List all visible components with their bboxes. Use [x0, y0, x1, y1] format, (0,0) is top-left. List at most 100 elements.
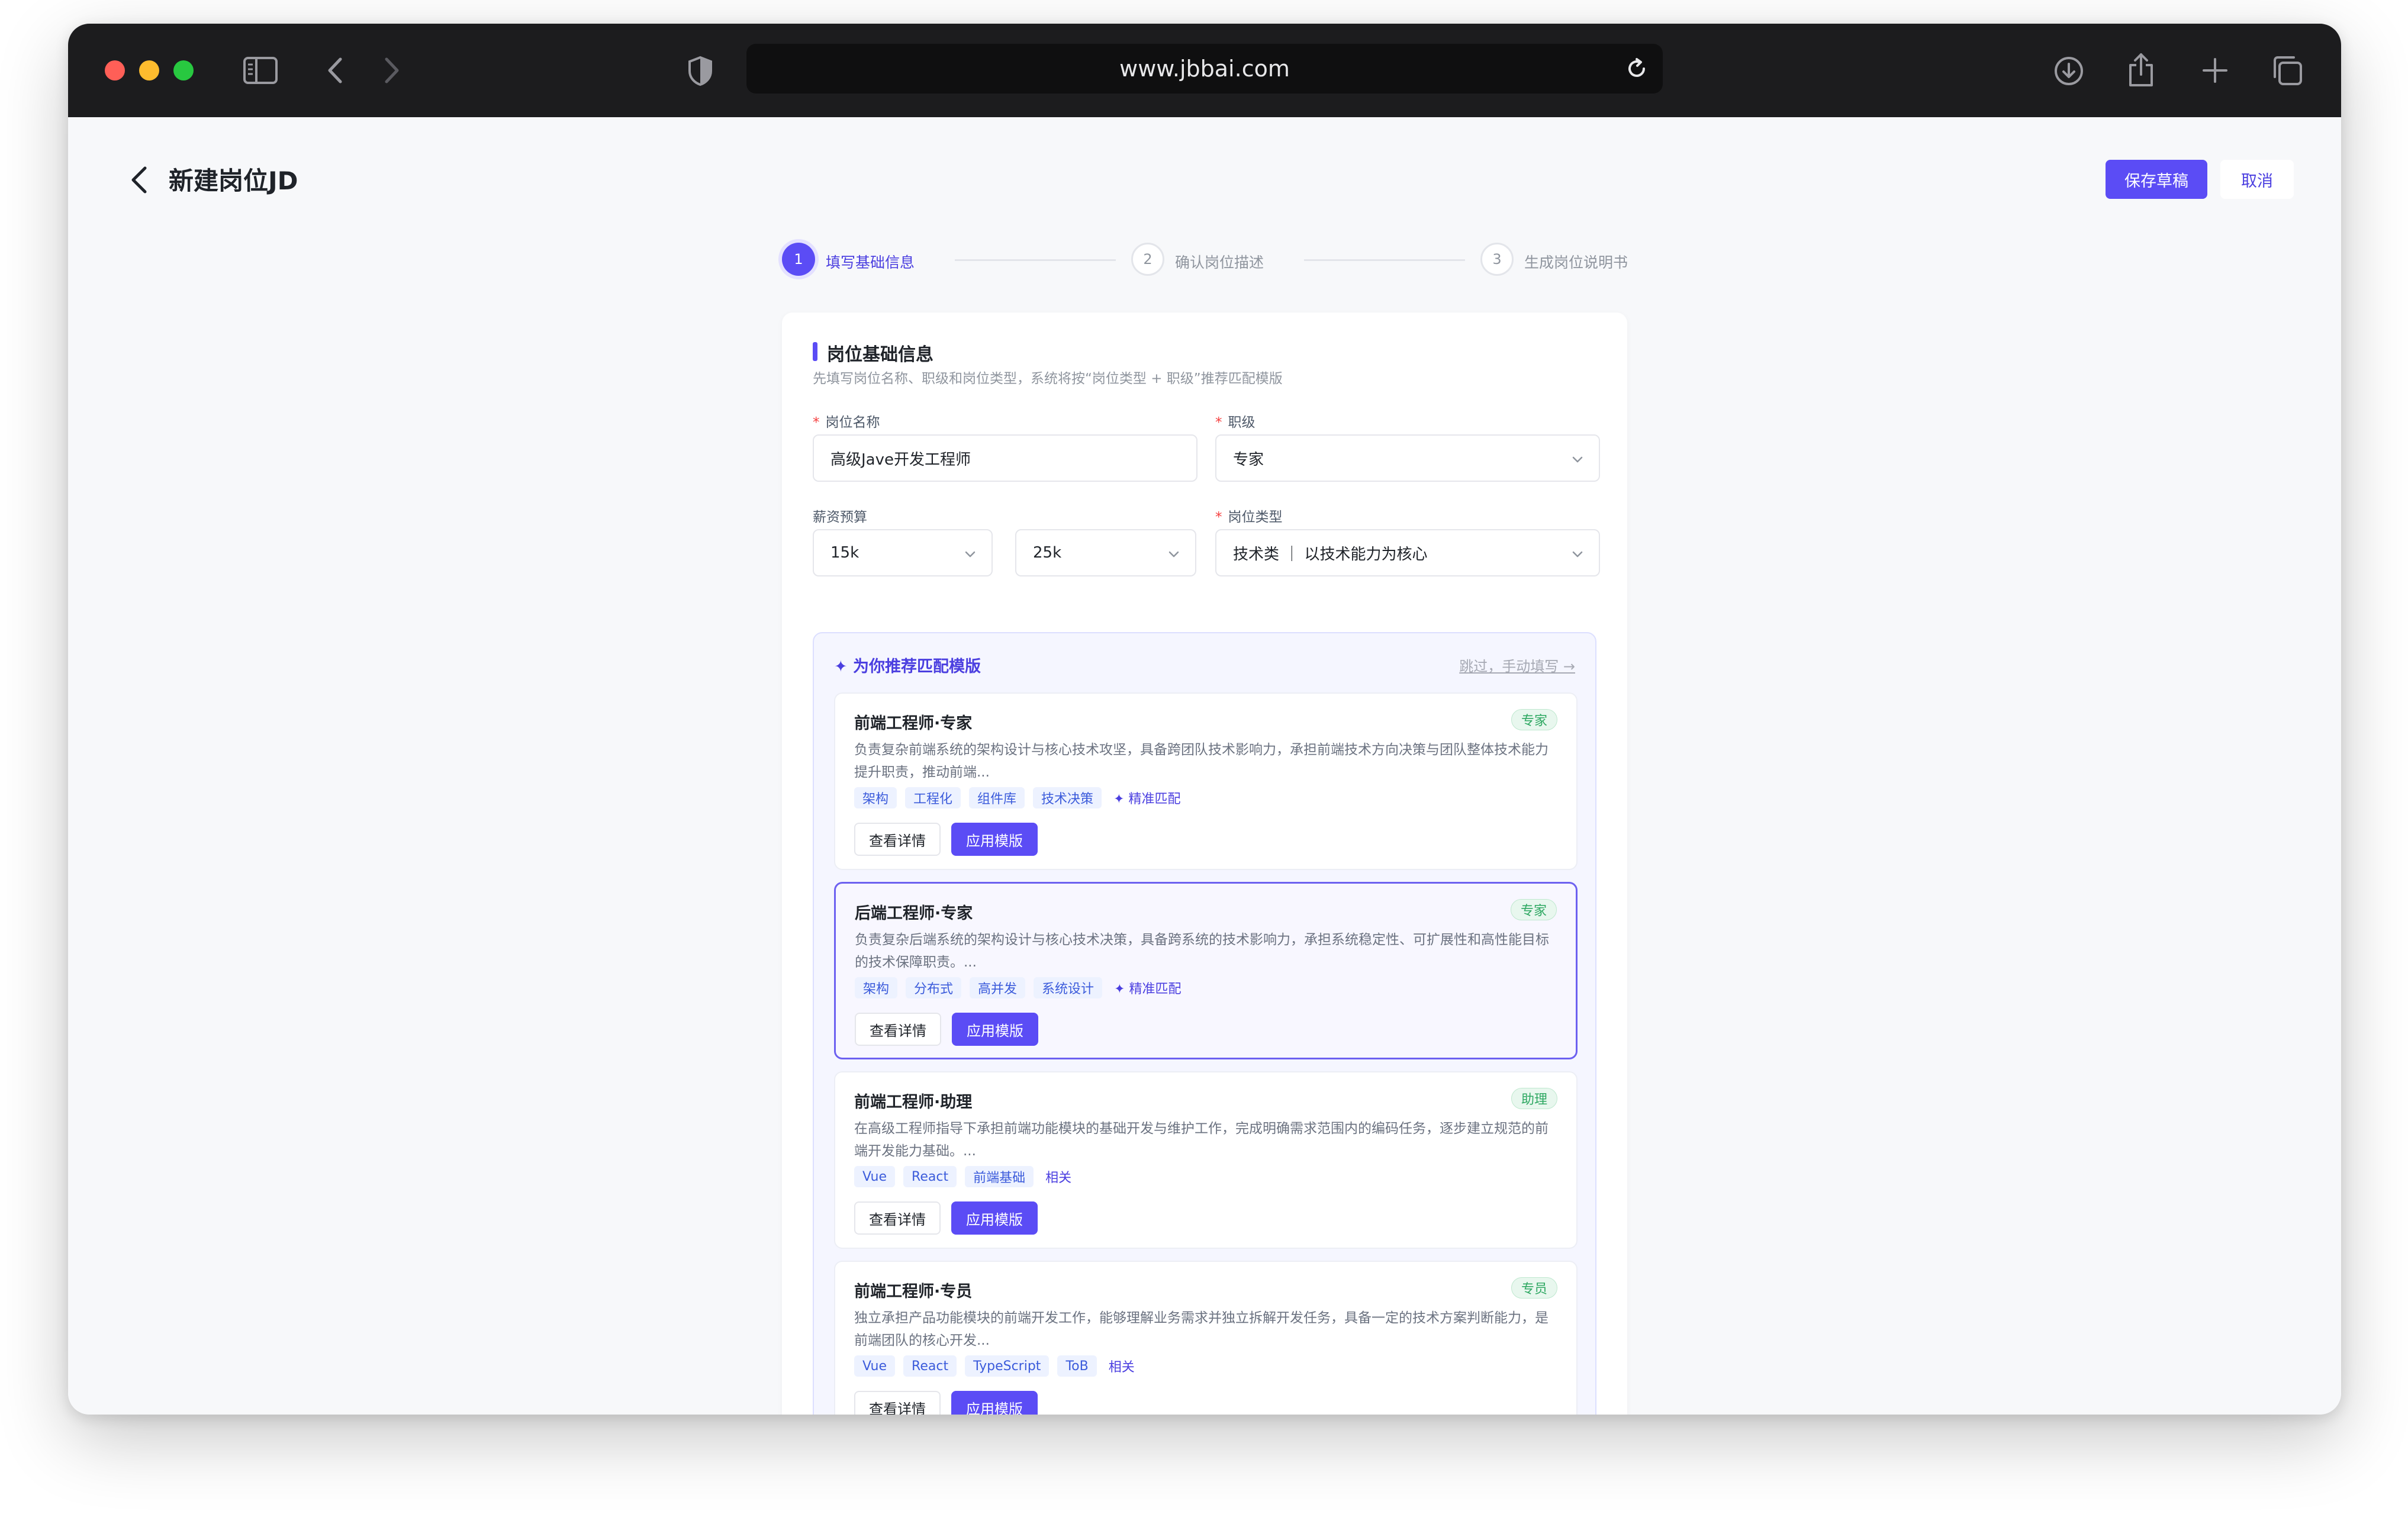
section-subtitle: 先填写岗位名称、职级和岗位类型，系统将按“岗位类型 + 职级”推荐匹配模版: [813, 371, 1283, 386]
tag: TypeScript: [965, 1355, 1050, 1377]
tag: 架构: [854, 787, 897, 808]
tag: 架构: [855, 977, 898, 998]
address-bar[interactable]: www.jbbai.com: [746, 44, 1663, 94]
tag: 分布式: [906, 977, 962, 998]
apply-template-button[interactable]: 应用模版: [951, 823, 1038, 856]
apply-template-button[interactable]: 应用模版: [952, 1013, 1038, 1046]
level-badge: 专家: [1510, 899, 1557, 920]
level-badge: 专家: [1511, 709, 1557, 730]
match-note: ✦ 精准匹配: [1113, 792, 1181, 807]
template-card[interactable]: 前端工程师·助理 助理 在高级工程师指导下承担前端功能模块的基础开发与维护工作，…: [834, 1071, 1578, 1249]
share-icon[interactable]: [2127, 52, 2155, 88]
tag: 组件库: [969, 787, 1025, 808]
template-description: 负责复杂前端系统的架构设计与核心技术攻坚，具备跨团队技术影响力，承担前端技术方向…: [854, 742, 1549, 780]
view-details-button[interactable]: 查看详情: [854, 823, 941, 856]
browser-toolbar: www.jbbai.com: [68, 24, 2341, 117]
job-type-label-text: 岗位类型: [1228, 510, 1283, 525]
job-name-label-text: 岗位名称: [825, 415, 880, 430]
template-title: 后端工程师·专家: [855, 904, 973, 923]
level-badge: 助理: [1511, 1088, 1557, 1109]
sidebar-icon[interactable]: [243, 57, 278, 84]
level-label-text: 职级: [1228, 415, 1255, 430]
required-mark: *: [813, 415, 820, 430]
page-title: 新建岗位JD: [169, 166, 298, 195]
apply-template-button[interactable]: 应用模版: [951, 1201, 1038, 1235]
url-text: www.jbbai.com: [1119, 56, 1290, 82]
salary-min-select[interactable]: 15k: [813, 529, 993, 576]
salary-min-value: 15k: [830, 544, 859, 562]
step-connector: [1304, 259, 1465, 261]
tag: 系统设计: [1034, 977, 1103, 998]
match-note: 相关: [1045, 1171, 1072, 1185]
forward-icon[interactable]: [382, 56, 402, 85]
required-mark: *: [1215, 510, 1222, 525]
step-3-circle: 3: [1480, 243, 1514, 276]
tag: React: [903, 1166, 957, 1187]
skip-manual-link[interactable]: 跳过，手动填写 →: [1459, 655, 1575, 675]
download-icon[interactable]: [2053, 56, 2084, 86]
chevron-down-icon: [1168, 551, 1179, 558]
template-description: 在高级工程师指导下承担前端功能模块的基础开发与维护工作，完成明确需求范围内的编码…: [854, 1121, 1549, 1159]
match-note: ✦ 精准匹配: [1114, 982, 1182, 997]
browser-window: www.jbbai.com 新建岗位JD 保存草稿 取消 1 填写基础信息 2 …: [68, 24, 2341, 1415]
job-type-label: * 岗位类型: [1215, 505, 1283, 526]
minimize-window-button[interactable]: [139, 60, 159, 80]
template-tags: 架构 分布式 高并发 系统设计 ✦ 精准匹配: [855, 977, 1182, 998]
level-select[interactable]: 专家: [1215, 434, 1600, 482]
template-recommendation-panel: ✦ 为你推荐匹配模版 跳过，手动填写 → 前端工程师·专家 专家 负责复杂前端系…: [813, 632, 1596, 1415]
tag: 技术决策: [1033, 787, 1102, 808]
step-connector: [955, 259, 1116, 261]
back-icon[interactable]: [325, 56, 345, 85]
zoom-window-button[interactable]: [173, 60, 194, 80]
tag: Vue: [854, 1166, 896, 1187]
job-type-select[interactable]: 技术类 ｜ 以技术能力为核心: [1215, 529, 1600, 576]
salary-label: 薪资预算: [813, 510, 867, 525]
close-window-button[interactable]: [105, 60, 125, 80]
recommendation-title: ✦ 为你推荐匹配模版: [834, 658, 981, 676]
job-name-label: * 岗位名称: [813, 411, 880, 431]
cancel-button[interactable]: 取消: [2220, 160, 2294, 199]
job-name-input[interactable]: 高级Jave开发工程师: [813, 434, 1197, 482]
template-title: 前端工程师·专员: [854, 1283, 973, 1301]
job-type-value: 技术类 ｜ 以技术能力为核心: [1233, 545, 1428, 563]
step-3-label[interactable]: 生成岗位说明书: [1524, 251, 1628, 272]
level-badge: 专员: [1511, 1277, 1557, 1299]
salary-max-select[interactable]: 25k: [1015, 529, 1196, 576]
match-note: 相关: [1108, 1360, 1135, 1375]
template-card-selected[interactable]: 后端工程师·专家 专家 负责复杂后端系统的架构设计与核心技术决策，具备跨系统的技…: [834, 882, 1578, 1059]
template-description: 独立承担产品功能模块的前端开发工作，能够理解业务需求并独立拆解开发任务，具备一定…: [854, 1310, 1549, 1348]
step-1-label[interactable]: 填写基础信息: [826, 251, 915, 272]
template-card[interactable]: 前端工程师·专员 专员 独立承担产品功能模块的前端开发工作，能够理解业务需求并独…: [834, 1261, 1578, 1415]
view-details-button[interactable]: 查看详情: [854, 1201, 941, 1235]
template-card[interactable]: 前端工程师·专家 专家 负责复杂前端系统的架构设计与核心技术攻坚，具备跨团队技术…: [834, 692, 1578, 870]
plus-icon[interactable]: [2201, 57, 2229, 84]
chevron-left-icon[interactable]: [126, 163, 152, 196]
basic-info-card: 岗位基础信息 先填写岗位名称、职级和岗位类型，系统将按“岗位类型 + 职级”推荐…: [782, 313, 1627, 1415]
tag: React: [903, 1355, 957, 1377]
template-description: 负责复杂后端系统的架构设计与核心技术决策，具备跨系统的技术影响力，承担系统稳定性…: [855, 932, 1549, 970]
required-mark: *: [1215, 415, 1222, 430]
tabs-icon[interactable]: [2271, 54, 2303, 86]
chevron-down-icon: [965, 551, 976, 558]
apply-template-button[interactable]: 应用模版: [951, 1391, 1038, 1415]
tag: ToB: [1057, 1355, 1097, 1377]
shield-icon[interactable]: [687, 56, 713, 86]
tag: 高并发: [970, 977, 1026, 998]
save-draft-button[interactable]: 保存草稿: [2106, 160, 2207, 199]
view-details-button[interactable]: 查看详情: [855, 1013, 941, 1046]
template-title: 前端工程师·助理: [854, 1093, 973, 1112]
tag: Vue: [854, 1355, 896, 1377]
view-details-button[interactable]: 查看详情: [854, 1391, 941, 1415]
step-1-circle: 1: [782, 243, 815, 276]
tag: 工程化: [905, 787, 961, 808]
template-tags: Vue React 前端基础 相关: [854, 1166, 1071, 1187]
section-title: 岗位基础信息: [827, 344, 933, 365]
tag: 前端基础: [965, 1166, 1034, 1187]
template-tags: Vue React TypeScript ToB 相关: [854, 1355, 1135, 1377]
salary-max-value: 25k: [1033, 544, 1062, 562]
reload-icon[interactable]: [1624, 56, 1650, 82]
level-value: 专家: [1233, 450, 1264, 469]
step-2-label[interactable]: 确认岗位描述: [1175, 251, 1264, 272]
page-content: 新建岗位JD 保存草稿 取消 1 填写基础信息 2 确认岗位描述 3 生成岗位说…: [68, 117, 2341, 1415]
job-name-value: 高级Jave开发工程师: [830, 450, 971, 469]
